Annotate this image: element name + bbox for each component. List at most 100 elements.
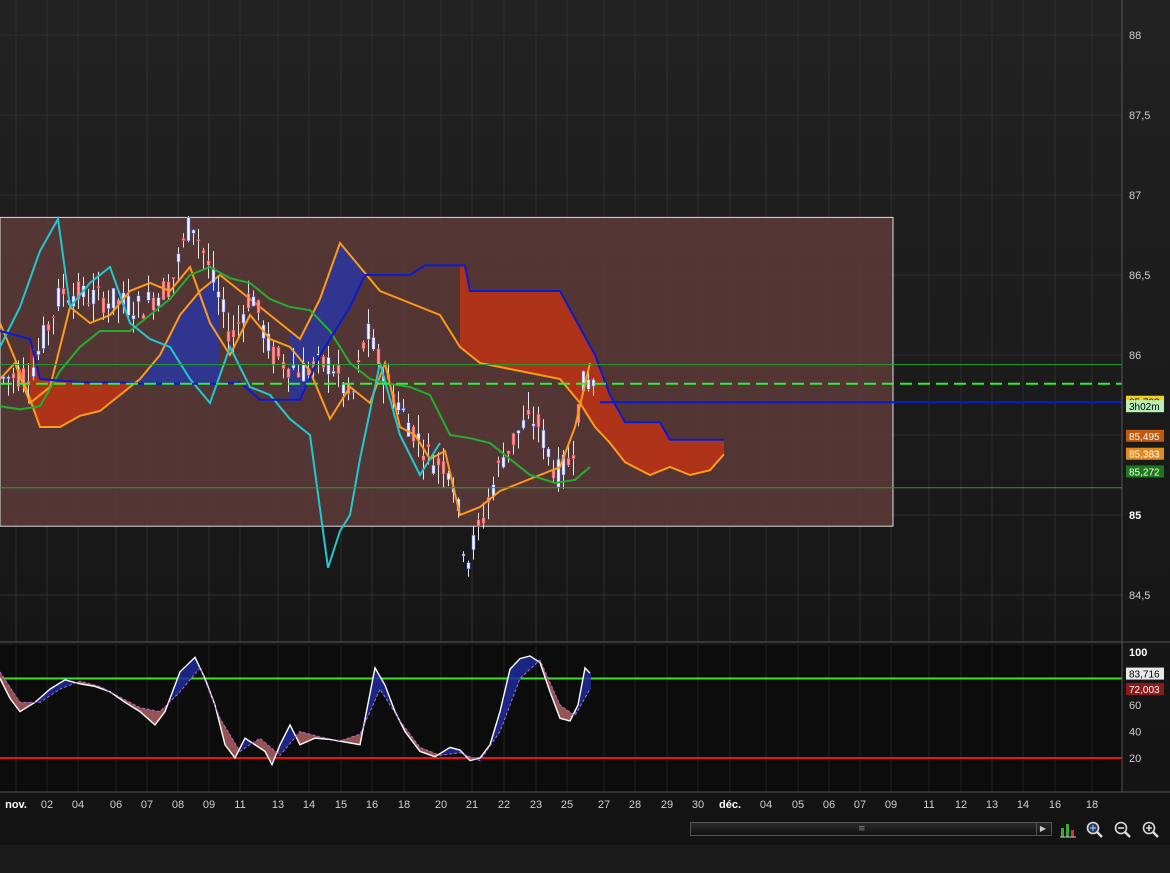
candle-body <box>521 419 526 429</box>
candle-body <box>341 384 346 394</box>
date-tick-label: 28 <box>629 799 641 811</box>
stoch-y-tick-label: 40 <box>1129 727 1141 739</box>
y-tick-label: 86,5 <box>1129 270 1150 282</box>
candle-body <box>276 347 281 358</box>
zoom-out-icon[interactable] <box>1112 820 1132 840</box>
candle-body <box>436 457 441 466</box>
candle-body <box>301 363 306 382</box>
date-tick-label: 07 <box>141 799 153 811</box>
date-tick-label: 02 <box>41 799 53 811</box>
candle-body <box>176 253 181 263</box>
horizontal-scrollbar[interactable]: ≡ ▶ <box>690 822 1052 836</box>
candle-body <box>46 324 51 331</box>
candle-body <box>36 350 41 355</box>
date-tick-label: 13 <box>986 799 998 811</box>
stoch-fill <box>525 656 528 674</box>
candle-body <box>396 402 401 411</box>
chart-settings-icon[interactable] <box>1058 820 1078 840</box>
y-tick-label: 85 <box>1129 510 1141 522</box>
candle-body <box>506 450 511 455</box>
scroll-grip-icon[interactable]: ≡ <box>858 824 866 834</box>
candle-body <box>101 297 106 314</box>
date-tick-label: 14 <box>303 799 315 811</box>
candle-body <box>6 376 11 380</box>
candle-body <box>296 371 301 378</box>
date-tick-label: 13 <box>272 799 284 811</box>
date-tick-label: 21 <box>466 799 478 811</box>
date-tick-label: 09 <box>885 799 897 811</box>
candle-body <box>146 291 151 301</box>
price-tag: 85,272 <box>1126 465 1164 478</box>
zoom-fit-icon[interactable] <box>1084 820 1104 840</box>
candle-body <box>471 534 476 551</box>
date-tick-label: 20 <box>435 799 447 811</box>
stoch-fill <box>354 735 357 745</box>
date-tick-label: 16 <box>366 799 378 811</box>
candle-body <box>131 315 136 320</box>
candle-body <box>61 288 66 295</box>
candle-body <box>551 469 556 479</box>
candle-body <box>406 422 411 437</box>
candle-body <box>111 287 116 309</box>
candle-body <box>376 348 381 365</box>
date-tick-label: 18 <box>398 799 410 811</box>
candle-body <box>96 285 101 289</box>
candle-body <box>536 413 541 428</box>
chart-canvas: nov. 02 04 06 07 08 09 11 13 14 15 16 18 20 21 22 23 25 27… <box>0 0 1170 873</box>
candle-body <box>481 517 486 525</box>
price-tag-text: 3h02m <box>1129 402 1160 413</box>
candle-body <box>11 372 16 379</box>
candle-body <box>291 364 296 369</box>
candle-body <box>181 238 186 241</box>
candle-body <box>546 448 551 458</box>
stoch-fill <box>300 731 303 745</box>
stoch-fill <box>357 734 360 745</box>
date-tick-label: 15 <box>335 799 347 811</box>
candle-body <box>541 429 546 449</box>
candle-body <box>56 287 61 307</box>
candle-body <box>371 337 376 350</box>
date-tick-label: 09 <box>203 799 215 811</box>
stochastic-panel <box>0 645 1122 792</box>
candle-body <box>516 430 521 434</box>
candle-body <box>221 298 226 313</box>
date-tick-label: 05 <box>792 799 804 811</box>
candle-body <box>366 323 371 340</box>
candle-body <box>496 460 501 464</box>
date-tick-label: 08 <box>172 799 184 811</box>
date-tick-label: 12 <box>955 799 967 811</box>
candle-body <box>331 370 336 374</box>
candle-body <box>476 519 481 527</box>
price-zone-box <box>0 216 894 527</box>
zoom-in-icon[interactable] <box>1140 820 1160 840</box>
candle-body <box>466 562 471 570</box>
scroll-right-arrow-icon[interactable]: ▶ <box>1036 823 1049 835</box>
date-tick-label: 11 <box>234 799 245 811</box>
candle-body <box>186 217 191 242</box>
y-tick-label: 84,5 <box>1129 590 1150 602</box>
stoch-y-tick-label: 60 <box>1129 700 1141 712</box>
stoch-fill <box>153 710 156 724</box>
candle-body <box>336 364 341 374</box>
price-tag: 3h02m <box>1126 400 1164 413</box>
date-tick-label: 04 <box>72 799 84 811</box>
candle-body <box>271 346 276 366</box>
candle-body <box>86 302 91 305</box>
candle-body <box>326 357 331 375</box>
candle-body <box>501 456 506 468</box>
candle-body <box>571 454 576 459</box>
date-tick-label: 07 <box>854 799 866 811</box>
y-tick-label: 87,5 <box>1129 110 1150 122</box>
candle-body <box>246 293 251 309</box>
price-tag-text: 85,383 <box>1129 450 1160 461</box>
date-tick-label: 25 <box>561 799 573 811</box>
candle-body <box>441 460 446 475</box>
candle-body <box>431 464 436 474</box>
candle-body <box>106 303 111 309</box>
candle-body <box>321 356 326 368</box>
date-tick-label: nov. <box>5 799 27 811</box>
candle-body <box>281 361 286 369</box>
candle-body <box>531 423 536 427</box>
candle-body <box>256 299 261 314</box>
stoch-y-tick-label: 20 <box>1129 753 1141 765</box>
